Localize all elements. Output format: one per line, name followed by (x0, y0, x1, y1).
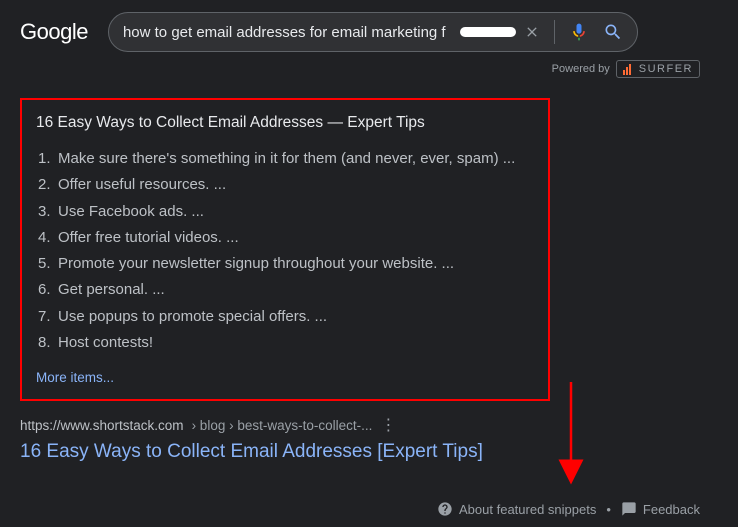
feedback-link[interactable]: Feedback (621, 501, 700, 517)
list-item: Promote your newsletter signup throughou… (36, 251, 534, 277)
clear-icon[interactable] (524, 24, 540, 40)
about-featured-snippets-link[interactable]: About featured snippets (437, 501, 596, 517)
featured-snippet: 16 Easy Ways to Collect Email Addresses … (20, 98, 550, 401)
list-item: Get personal. ... (36, 277, 534, 303)
search-input[interactable] (123, 24, 464, 41)
list-item: Make sure there's something in it for th… (36, 146, 534, 172)
search-box[interactable] (108, 12, 638, 52)
list-item: Offer free tutorial videos. ... (36, 225, 534, 251)
search-icon[interactable] (603, 22, 623, 42)
list-item: Offer useful resources. ... (36, 172, 534, 198)
list-item: Use popups to promote special offers. ..… (36, 304, 534, 330)
voice-search-icon[interactable] (569, 22, 589, 42)
snippet-title: 16 Easy Ways to Collect Email Addresses … (36, 114, 534, 132)
result-breadcrumb: › blog › best-ways-to-collect-... (192, 418, 373, 433)
separator: • (606, 502, 611, 517)
result-title-link[interactable]: 16 Easy Ways to Collect Email Addresses … (20, 441, 718, 463)
result-domain[interactable]: https://www.shortstack.com (20, 418, 184, 433)
list-item: Use Facebook ads. ... (36, 199, 534, 225)
surfer-icon (623, 63, 635, 75)
help-icon (437, 501, 453, 517)
google-logo[interactable]: Google (20, 19, 88, 45)
result-menu-icon[interactable]: ⋮ (380, 415, 396, 435)
divider (554, 20, 555, 44)
surfer-badge[interactable]: SURFER (616, 60, 700, 78)
more-items-link[interactable]: More items... (36, 370, 534, 385)
powered-by-label: Powered by (552, 63, 610, 75)
redaction (460, 27, 516, 37)
feedback-icon (621, 501, 637, 517)
list-item: Host contests! (36, 330, 534, 356)
snippet-list: Make sure there's something in it for th… (36, 146, 534, 356)
